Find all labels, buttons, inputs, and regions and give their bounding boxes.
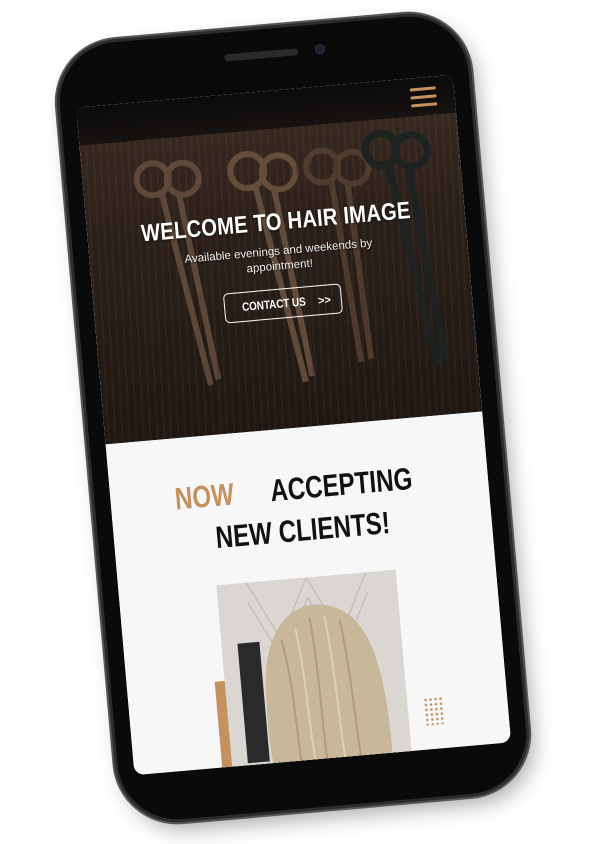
headline-text-2: NEW CLIENTS!	[214, 505, 392, 556]
new-clients-section: NOW ACCEPTING NEW CLIENTS!	[105, 411, 512, 776]
phone-screen: WELCOME TO HAIR IMAGE Available evenings…	[76, 74, 512, 776]
double-chevron-right-icon: >>	[317, 294, 332, 308]
contact-us-label: CONTACT US	[241, 294, 307, 314]
hamburger-menu-icon[interactable]	[409, 86, 438, 108]
hero-section: WELCOME TO HAIR IMAGE Available evenings…	[76, 74, 483, 445]
hair-photo-group	[214, 569, 446, 776]
section-headline: NOW ACCEPTING NEW CLIENTS!	[109, 451, 493, 568]
headline-accent-word: NOW	[172, 476, 235, 517]
dot-pattern	[422, 696, 446, 726]
phone-speaker	[224, 48, 299, 62]
phone-camera	[314, 43, 326, 55]
blonde-hair-photo	[216, 569, 415, 776]
headline-text-1: ACCEPTING	[268, 460, 414, 509]
phone-mockup: WELCOME TO HAIR IMAGE Available evenings…	[54, 11, 532, 825]
